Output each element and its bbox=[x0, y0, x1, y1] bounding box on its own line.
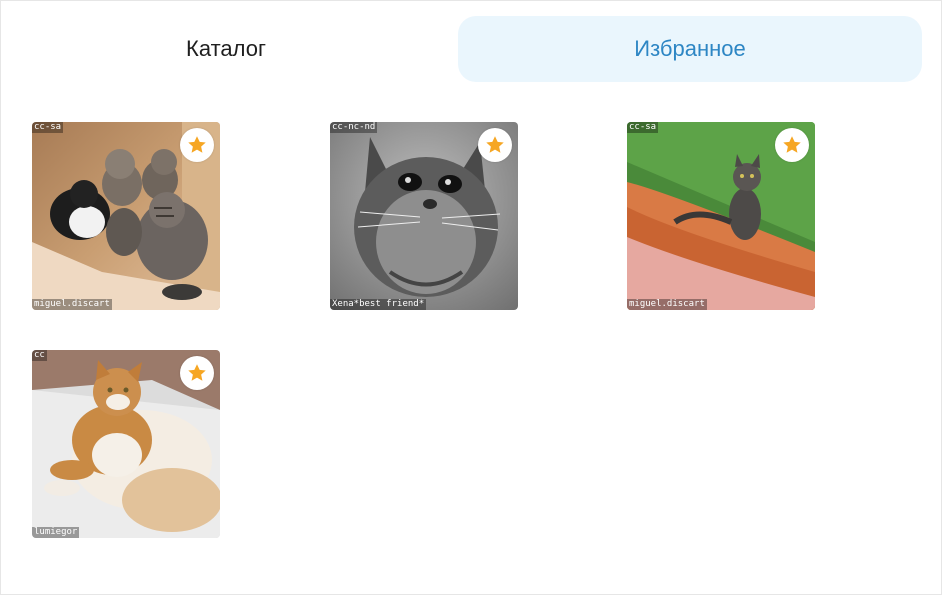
favorite-button[interactable] bbox=[478, 128, 512, 162]
author-label[interactable]: miguel.discart bbox=[627, 299, 707, 310]
cat-card[interactable]: cc lumiegor bbox=[32, 350, 220, 538]
cat-card[interactable]: cc-sa miguel.discart bbox=[32, 122, 220, 310]
favorites-grid: cc-sa miguel.discart cc-nc-nd Xena*best … bbox=[32, 122, 912, 542]
cat-card[interactable]: cc-sa miguel.discart bbox=[627, 122, 815, 310]
license-label: cc-nc-nd bbox=[330, 122, 378, 133]
favorite-button[interactable] bbox=[180, 356, 214, 390]
favorite-button[interactable] bbox=[775, 128, 809, 162]
star-icon bbox=[188, 136, 206, 153]
favorite-button[interactable] bbox=[180, 128, 214, 162]
author-label[interactable]: Xena*best friend* bbox=[330, 299, 427, 310]
license-label: cc bbox=[32, 350, 47, 361]
star-icon bbox=[783, 136, 801, 153]
author-label[interactable]: lumiegor bbox=[32, 527, 80, 538]
tab-favorites[interactable]: Избранное bbox=[458, 16, 922, 82]
cat-card[interactable]: cc-nc-nd Xena*best friend* bbox=[330, 122, 518, 310]
tab-catalog[interactable]: Каталог bbox=[1, 16, 451, 82]
star-icon bbox=[188, 364, 206, 381]
license-label: cc-sa bbox=[32, 122, 64, 133]
license-label: cc-sa bbox=[627, 122, 659, 133]
tab-bar: Каталог Избранное bbox=[1, 16, 941, 82]
author-label[interactable]: miguel.discart bbox=[32, 299, 112, 310]
star-icon bbox=[486, 136, 504, 153]
app-window: Каталог Избранное cc-sa miguel.discart c… bbox=[0, 0, 942, 595]
